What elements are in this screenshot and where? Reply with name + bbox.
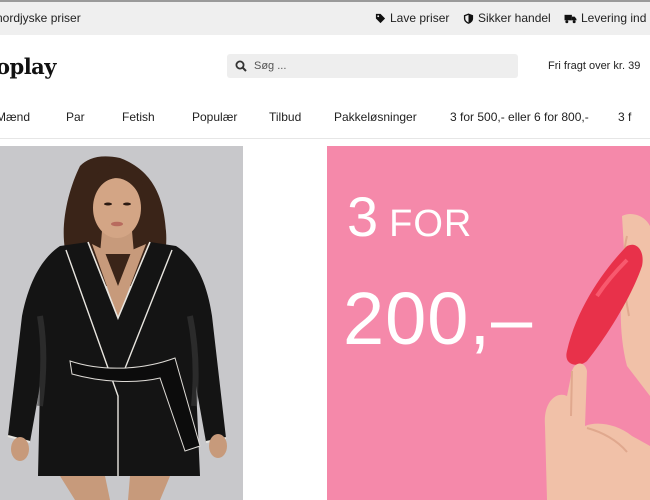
nav-item-3-for-500[interactable]: 3 for 500,- eller 6 for 800,- [450,110,589,124]
usp-label: Levering ind [581,11,647,25]
nav-item-populaer[interactable]: Populær [192,110,237,124]
promo-banner-3-for-200[interactable]: 3 FOR 200,– [327,146,650,500]
free-shipping-note: Fri fragt over kr. 39 [548,60,641,72]
nav-item-3-for-next[interactable]: 3 f [618,110,631,124]
vibrator-hand-illustration [544,214,650,500]
top-info-bar: nordjyske priser Lave priser Sikker hand… [0,0,650,35]
main-nav: Mænd Par Fetish Populær Tilbud Pakkeløsn… [0,97,650,139]
shield-icon [463,12,474,24]
nav-item-fetish[interactable]: Fetish [122,110,155,124]
nav-item-tilbud[interactable]: Tilbud [269,110,301,124]
search-icon [235,60,247,72]
search-input[interactable] [254,60,494,72]
nav-item-maend[interactable]: Mænd [0,110,30,124]
usp-label: Lave priser [390,11,450,25]
tag-icon [375,13,386,23]
promo-price: 200,– [343,277,534,360]
topbar-note: nordjyske priser [0,11,81,25]
nav-item-pakkeloesninger[interactable]: Pakkeløsninger [334,110,417,124]
model-robe-illustration [0,146,243,500]
search-bar[interactable] [227,54,518,78]
promo-headline: 3 FOR [347,184,472,249]
hero-section: 3 FOR 200,– [0,139,650,500]
usp-low-prices: Lave priser [375,11,449,25]
nav-item-par[interactable]: Par [66,110,85,124]
usp-delivery: Levering ind [564,11,646,25]
promo-for-word: FOR [389,203,473,245]
site-logo[interactable]: oplay [0,54,56,79]
product-image-robe[interactable] [0,146,243,500]
site-header: oplay Fri fragt over kr. 39 [0,35,650,97]
usp-label: Sikker handel [478,11,551,25]
usp-secure-trade: Sikker handel [463,11,551,25]
promo-number: 3 [347,185,380,248]
truck-icon [564,14,577,23]
